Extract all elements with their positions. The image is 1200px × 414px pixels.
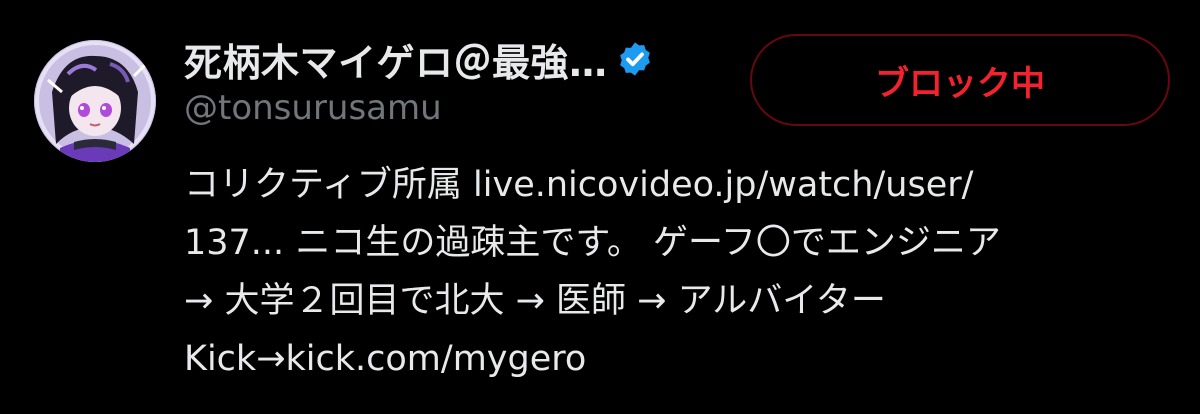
bio-text: Kick→ xyxy=(184,339,286,379)
name-row: 死柄木マイゲロ＠最強… xyxy=(184,32,654,87)
bio-text: ニコ生の過疎主です。 ゲーフ〇でエンジニア xyxy=(284,223,1001,263)
profile-avatar[interactable] xyxy=(34,40,156,162)
bio-text: コリクティブ所属 xyxy=(184,165,474,205)
avatar-illustration xyxy=(34,40,156,162)
bio-link-nicovideo-continued[interactable]: 137... xyxy=(184,223,284,263)
bio-text: → 大学２回目で北大 → 医師 → アルバイター xyxy=(184,281,886,321)
blocked-button[interactable]: ブロック中 xyxy=(750,34,1170,126)
bio-link-kick[interactable]: kick.com/mygero xyxy=(286,339,587,379)
bio-line-2: 137... ニコ生の過疎主です。 ゲーフ〇でエンジニア xyxy=(184,214,1174,272)
verified-badge-icon[interactable] xyxy=(616,40,654,78)
bio-line-3: → 大学２回目で北大 → 医師 → アルバイター xyxy=(184,272,1174,330)
profile-bio: コリクティブ所属 live.nicovideo.jp/watch/user/ 1… xyxy=(184,156,1174,388)
bio-line-1: コリクティブ所属 live.nicovideo.jp/watch/user/ xyxy=(184,156,1174,214)
bio-line-4: Kick→kick.com/mygero xyxy=(184,330,1174,388)
user-handle: @tonsurusamu xyxy=(184,88,442,128)
display-name[interactable]: 死柄木マイゲロ＠最強… xyxy=(184,32,608,87)
bio-link-nicovideo[interactable]: live.nicovideo.jp/watch/user/ xyxy=(473,165,973,205)
